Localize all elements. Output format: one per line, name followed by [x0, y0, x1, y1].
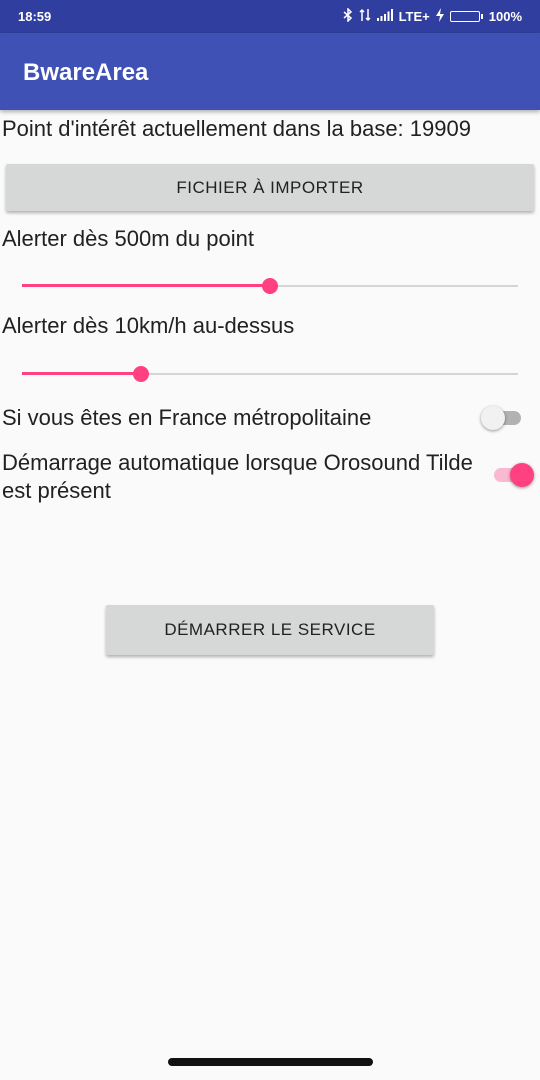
slider-active-track — [22, 372, 142, 375]
slider-thumb[interactable] — [262, 278, 278, 294]
battery-percent: 100% — [488, 9, 522, 24]
slider-thumb[interactable] — [133, 366, 150, 382]
distance-label: Alerter dès 500m du point — [2, 226, 254, 251]
france-label: Si vous êtes en France métropolitaine — [2, 405, 372, 430]
network-type: LTE+ — [398, 9, 430, 24]
home-indicator[interactable] — [168, 1058, 373, 1066]
app-bar: BwareArea — [0, 33, 540, 110]
speed-label: Alerter dès 10km/h au-dessus — [2, 313, 295, 338]
auto-start-label: Démarrage automatique lorsque Orosound T… — [2, 450, 473, 503]
bluetooth-icon — [343, 7, 353, 25]
battery-icon — [449, 11, 483, 22]
slider-active-track — [22, 284, 270, 287]
start-service-button[interactable]: DÉMARRER LE SERVICE — [106, 605, 434, 655]
speed-slider[interactable] — [22, 364, 518, 384]
switch-thumb[interactable] — [510, 463, 534, 487]
signal-icon — [376, 9, 393, 24]
switch-thumb[interactable] — [481, 406, 505, 430]
charging-icon — [435, 8, 444, 25]
auto-start-switch[interactable] — [490, 461, 534, 489]
status-bar: 18:59 LTE+ 100% — [0, 0, 540, 33]
status-time: 18:59 — [18, 9, 52, 24]
distance-slider[interactable] — [22, 276, 518, 296]
status-icons: LTE+ 100% — [343, 7, 522, 25]
import-file-button[interactable]: FICHIER À IMPORTER — [6, 164, 534, 211]
france-switch[interactable] — [481, 404, 525, 432]
data-arrows-icon — [359, 8, 371, 25]
poi-count-text: Point d'intérêt actuellement dans la bas… — [2, 116, 471, 141]
app-title: BwareArea — [23, 59, 149, 86]
